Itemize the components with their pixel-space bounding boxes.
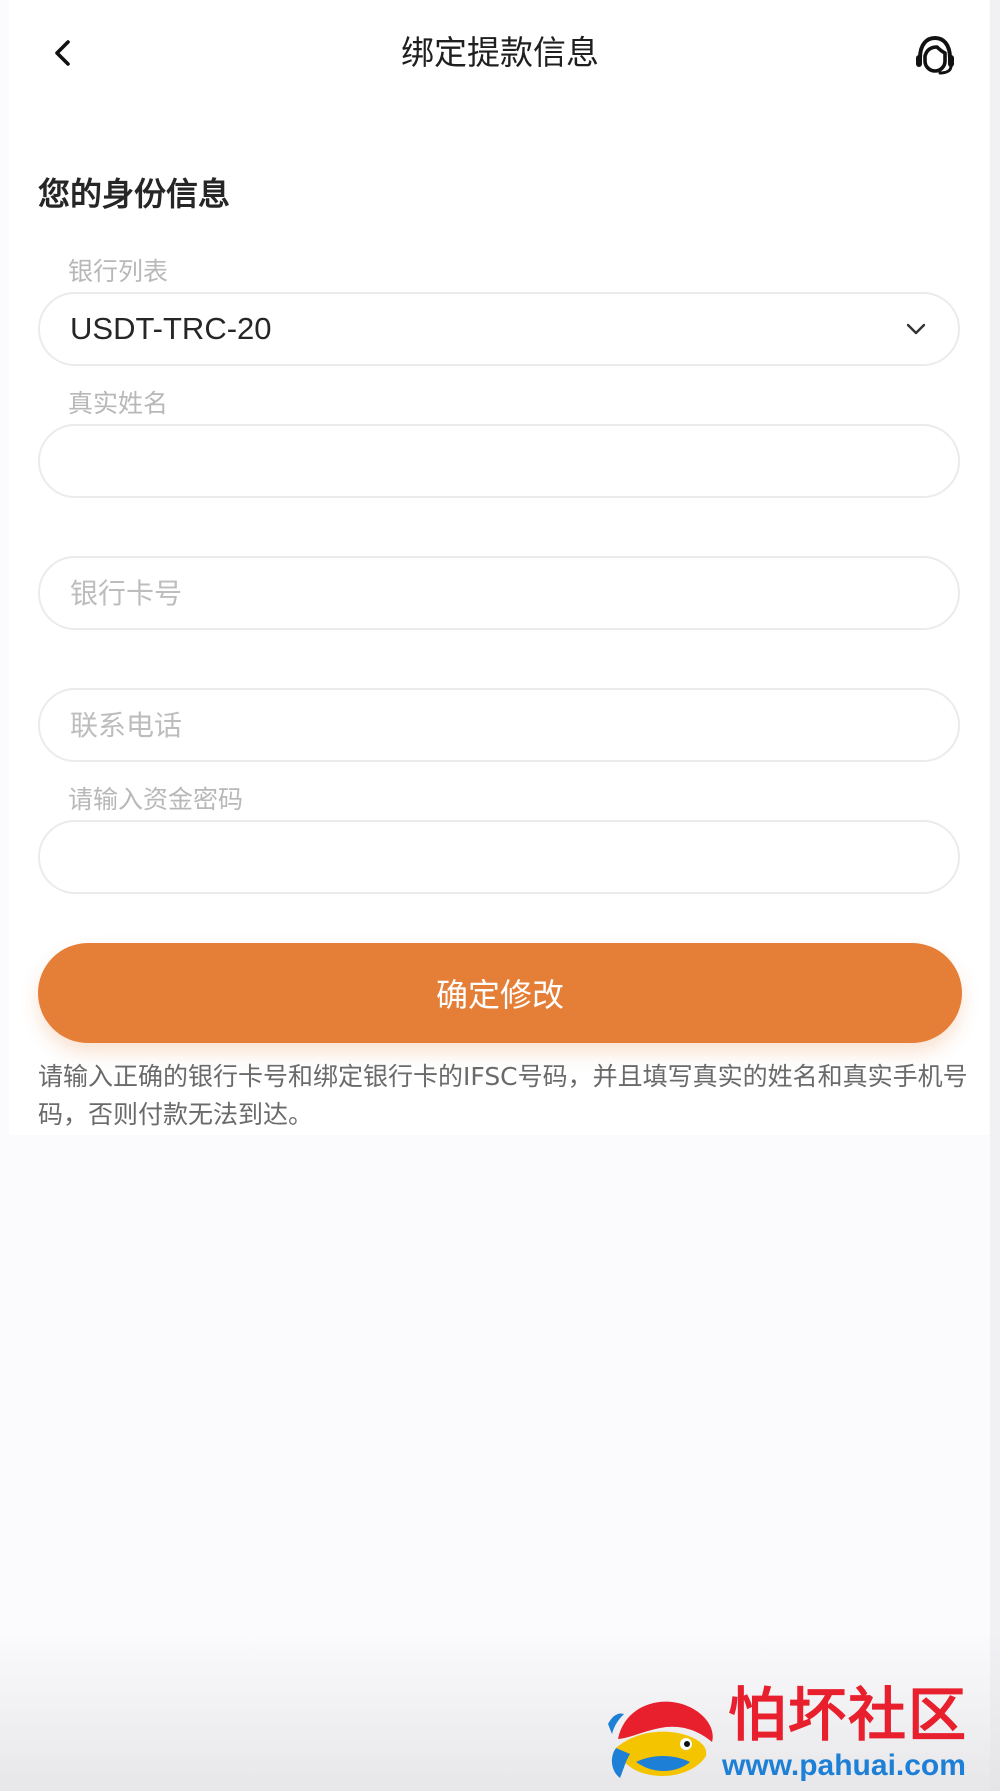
card-number-input[interactable] (70, 576, 928, 610)
fund-password-field-container (38, 820, 960, 894)
top-bar: 绑定提款信息 (0, 0, 1000, 108)
customer-service-button[interactable] (910, 30, 960, 80)
section-title: 您的身份信息 (38, 175, 231, 213)
bank-select[interactable]: USDT-TRC-20 (38, 292, 960, 366)
chevron-left-icon (55, 40, 70, 66)
watermark-title: 怕坏社区 (728, 1681, 969, 1749)
back-button[interactable] (40, 30, 86, 76)
bank-select-value: USDT-TRC-20 (70, 311, 272, 346)
phone-input[interactable] (70, 708, 928, 742)
bank-list-label: 银行列表 (68, 257, 169, 286)
real-name-field-container (38, 424, 960, 498)
real-name-input[interactable] (70, 444, 928, 478)
card-number-field-container (38, 556, 960, 630)
phone-field-container (38, 688, 960, 762)
real-name-label: 真实姓名 (68, 389, 169, 418)
app-screen: 绑定提款信息 您的身份信息 银行列表 USDT-TRC-20 真实姓名 请输 (0, 0, 1000, 1791)
chevron-down-icon (904, 317, 928, 341)
notice-text: 请输入正确的银行卡号和绑定银行卡的IFSC号码，并且填写真实的姓名和真实手机号码… (38, 1062, 968, 1129)
watermark-url: www.pahuai.com (722, 1749, 966, 1782)
customer-service-icon (916, 35, 954, 75)
fund-password-label: 请输入资金密码 (68, 785, 244, 814)
fish-logo-icon (608, 1701, 713, 1778)
watermark: 怕坏社区 www.pahuai.com (600, 1680, 990, 1786)
confirm-button[interactable]: 确定修改 (38, 943, 962, 1043)
fund-password-input[interactable] (70, 840, 928, 874)
screen-edge (990, 0, 1000, 1791)
page-title: 绑定提款信息 (401, 33, 599, 72)
